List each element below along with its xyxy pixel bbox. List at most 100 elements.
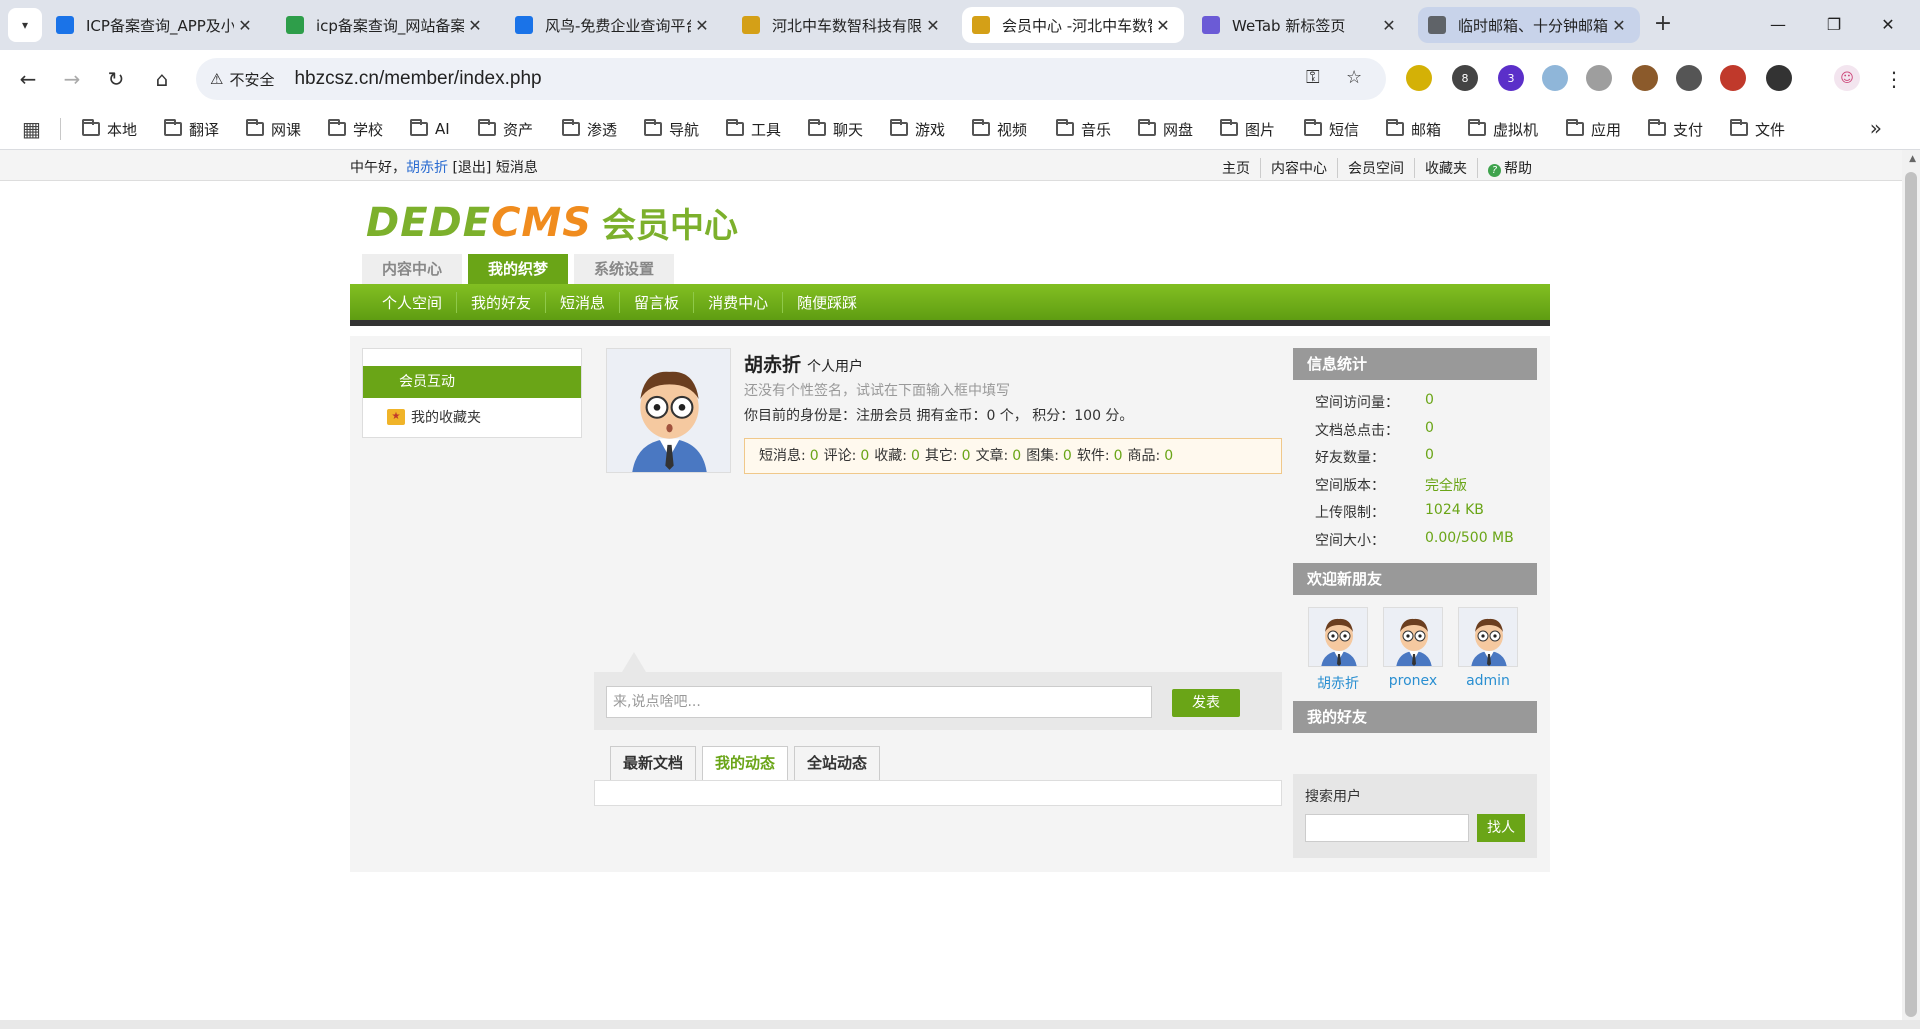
dedecms-logo[interactable]: DEDE CMS 会员中心 [366,198,738,247]
coin-icon[interactable] [1406,65,1432,91]
avatar[interactable] [606,348,731,473]
friend-card[interactable]: 胡赤折 [1307,607,1369,693]
post-input[interactable]: 来,说点啥吧... [606,686,1152,718]
avatar[interactable] [1308,607,1368,667]
subnav-my-friends[interactable]: 我的好友 [456,291,545,313]
forward-button[interactable]: → [56,63,88,95]
user-search-button[interactable]: 找人 [1477,814,1525,842]
menu-my-favorites[interactable]: ★ 我的收藏夹 [387,407,481,427]
bookmark-folder[interactable]: 翻译 [164,116,219,142]
puzzle-bot-icon[interactable]: 8 [1452,65,1478,91]
stat-value[interactable]: 0 [1063,448,1072,464]
bookmark-folder[interactable]: 渗透 [562,116,617,142]
subnav-personal-space[interactable]: 个人空间 [368,292,456,313]
logout-link[interactable]: [退出] [452,160,491,176]
bookmark-star-icon[interactable]: ☆ [1346,67,1362,88]
bookmarks-overflow-icon[interactable]: » [1870,116,1882,140]
friend-name-link[interactable]: pronex [1382,673,1444,689]
friend-name-link[interactable]: 胡赤折 [1307,673,1369,693]
o-icon[interactable] [1720,65,1746,91]
bookmark-folder[interactable]: 游戏 [890,116,945,142]
tab-latest-docs[interactable]: 最新文档 [610,746,697,780]
cookie-icon[interactable] [1632,65,1658,91]
tab-close-icon[interactable]: ✕ [234,16,256,35]
friend-card[interactable]: pronex [1382,607,1444,693]
messages-link[interactable]: 短消息 [496,160,538,176]
stat-value[interactable]: 0 [962,448,971,464]
bookmark-folder[interactable]: 短信 [1304,116,1359,142]
back-button[interactable]: ← [12,63,44,95]
tab-close-icon[interactable]: ✕ [691,16,713,35]
bookmark-folder[interactable]: 导航 [644,116,699,142]
scroll-thumb[interactable] [1905,172,1917,1017]
tab-my-activity[interactable]: 我的动态 [702,746,789,780]
subnav-messages[interactable]: 短消息 [545,291,619,313]
bookmark-folder[interactable]: 聊天 [808,116,863,142]
graduation-icon[interactable]: 3 [1498,65,1524,91]
subnav-guestbook[interactable]: 留言板 [619,291,693,313]
tab-close-icon[interactable]: ✕ [1608,16,1630,35]
profile-avatar[interactable]: ☺ [1834,65,1860,91]
bookmark-folder[interactable]: 网课 [246,116,301,142]
tab-content-center[interactable]: 内容中心 [362,254,463,284]
bookmark-folder[interactable]: 音乐 [1056,116,1111,142]
minimize-button[interactable]: — [1758,8,1798,42]
bookmark-folder[interactable]: 工具 [726,116,781,142]
username-link[interactable]: 胡赤折 [406,160,448,176]
bookmark-folder[interactable]: 本地 [82,116,137,142]
menu-member-interaction[interactable]: 会员互动 [363,366,581,398]
scroll-up-icon[interactable]: ▲ [1909,154,1916,164]
bookmark-folder[interactable]: 虚拟机 [1468,116,1538,142]
avatar[interactable] [1458,607,1518,667]
tab-close-icon[interactable]: ✕ [1378,16,1400,35]
top-link-home[interactable]: 主页 [1212,158,1260,178]
browser-tab[interactable]: ICP备案查询_APP及小程序✕ [46,7,266,43]
browser-tab[interactable]: 风鸟-免费企业查询平台 ✕ [505,7,723,43]
stat-value[interactable]: 0 [860,448,869,464]
bookmark-folder[interactable]: 图片 [1220,116,1275,142]
bookmark-folder[interactable]: 邮箱 [1386,116,1441,142]
browser-tab[interactable]: 河北中车数智科技有限公司✕ [732,7,954,43]
subnav-random-visit[interactable]: 随便踩踩 [782,291,871,313]
browser-tab[interactable]: icp备案查询_网站备案 ✕ [276,7,496,43]
password-key-icon[interactable]: ⚿ [1306,67,1320,88]
tab-my-dream[interactable]: 我的织梦 [468,254,569,284]
stat-value[interactable]: 0 [810,448,819,464]
user-search-input[interactable] [1305,814,1469,842]
top-link-favorites[interactable]: 收藏夹 [1414,158,1477,178]
bookmark-folder[interactable]: AI [410,116,450,142]
bookmark-folder[interactable]: 资产 [478,116,533,142]
top-link-member-space[interactable]: 会员空间 [1337,158,1414,178]
avatar[interactable] [1383,607,1443,667]
browser-tab[interactable]: 临时邮箱、十分钟邮箱 ✕ [1418,7,1640,43]
top-link-help[interactable]: ? 帮助 [1477,158,1542,178]
bookmark-folder[interactable]: 应用 [1566,116,1621,142]
home-button[interactable]: ⌂ [146,63,178,95]
tab-close-icon[interactable]: ✕ [1152,16,1174,35]
bookmark-folder[interactable]: 网盘 [1138,116,1193,142]
page-scrollbar[interactable]: ▲ [1902,150,1920,1029]
tab-close-icon[interactable]: ✕ [464,16,486,35]
browser-tab[interactable]: WeTab 新标签页 ✕ [1192,7,1410,43]
extensions-icon[interactable] [1766,65,1792,91]
stat-value[interactable]: 0 [911,448,920,464]
restore-button[interactable]: ❐ [1814,8,1854,42]
stat-value[interactable]: 0 [1012,448,1021,464]
browser-menu-icon[interactable]: ⋮ [1878,63,1910,95]
address-bar[interactable]: ⚠ 不安全 hbzcsz.cn/member/index.php ⚿ ☆ [196,58,1386,100]
bars-icon[interactable] [1586,65,1612,91]
tab-search-button[interactable]: ▾ [8,8,42,42]
url-text[interactable]: hbzcsz.cn/member/index.php [294,68,541,90]
friend-card[interactable]: admin [1457,607,1519,693]
bookmark-folder[interactable]: 视频 [972,116,1027,142]
tab-system-settings[interactable]: 系统设置 [574,254,675,284]
bookmark-folder[interactable]: 学校 [328,116,383,142]
top-link-content-center[interactable]: 内容中心 [1260,158,1337,178]
hat-icon[interactable] [1676,65,1702,91]
browser-tab[interactable]: 会员中心 -河北中车数智 ✕ [962,7,1184,43]
bookmark-folder[interactable]: 文件 [1730,116,1785,142]
security-warning[interactable]: ⚠ 不安全 [210,69,274,90]
hourglass-icon[interactable] [1542,65,1568,91]
subnav-consumption[interactable]: 消费中心 [693,291,782,313]
tab-close-icon[interactable]: ✕ [922,16,944,35]
